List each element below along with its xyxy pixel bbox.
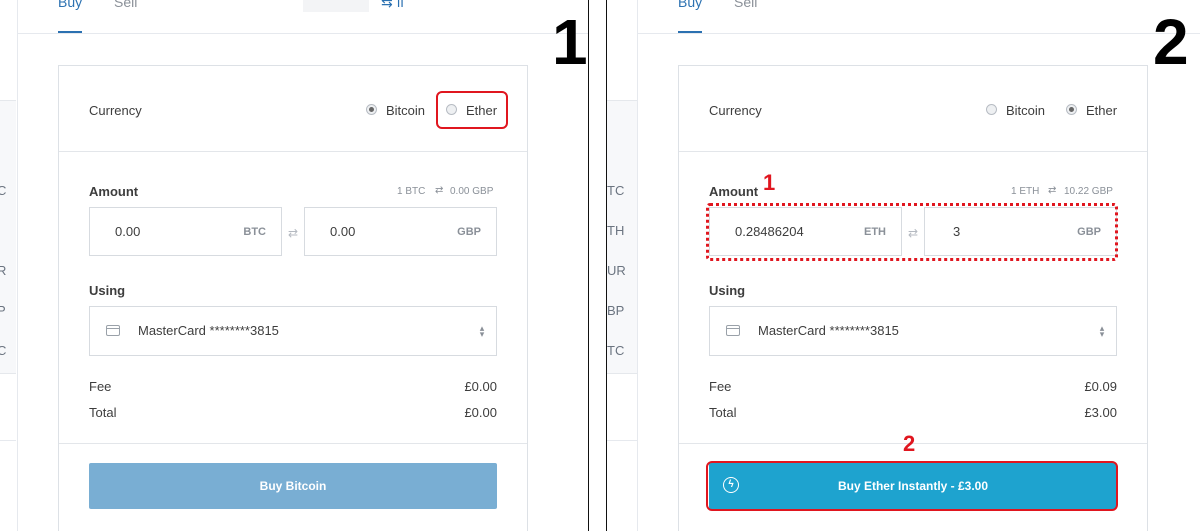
- fee-label: Fee: [89, 379, 112, 394]
- select-caret-icon: ▴ ▾: [479, 323, 485, 339]
- sidebar-strip: [0, 100, 16, 374]
- amount-label: Amount: [89, 184, 139, 199]
- divider: [17, 33, 589, 34]
- step-2-panel: TC TH UR BP TC Buy Sell 2 Currency Bitco…: [607, 0, 1200, 531]
- sidebar-fragment: C: [0, 183, 7, 198]
- payment-method-select[interactable]: MasterCard ********3815 ▴ ▾: [89, 306, 497, 356]
- swap-icon: ⇄: [435, 185, 444, 196]
- sidebar-fragment: UR: [607, 263, 626, 278]
- swap-icon[interactable]: ⇄: [288, 226, 298, 240]
- tab-buy[interactable]: Buy: [678, 0, 702, 10]
- buy-bitcoin-button[interactable]: Buy Bitcoin: [89, 463, 497, 509]
- buy-form-card: Currency Bitcoin Ether Amount 1 BTC ⇄ 0.…: [58, 65, 528, 531]
- divider: [637, 33, 1200, 34]
- toolbar-box[interactable]: [303, 0, 369, 12]
- sidebar-fragment: R: [0, 263, 7, 278]
- using-label: Using: [709, 283, 746, 298]
- divider: [679, 151, 1147, 152]
- annotation-number: 1: [763, 170, 776, 195]
- rate-right: 10.22 GBP: [1064, 186, 1113, 197]
- crypto-amount-value[interactable]: 0.00: [115, 224, 140, 239]
- sidebar-fragment: TC: [607, 343, 625, 358]
- fiat-amount-input[interactable]: 0.00 GBP: [304, 207, 497, 256]
- radio-bitcoin-label[interactable]: Bitcoin: [1006, 103, 1045, 118]
- total-label: Total: [89, 405, 117, 420]
- crypto-amount-input[interactable]: 0.00 BTC: [89, 207, 282, 256]
- currency-label: Currency: [709, 103, 762, 118]
- tab-sell[interactable]: Sell: [734, 0, 757, 10]
- sidebar-fragment: TC: [607, 183, 625, 198]
- currency-label: Currency: [89, 103, 142, 118]
- transfer-icon[interactable]: ⇆ ıl: [381, 0, 404, 11]
- divider: [59, 443, 527, 444]
- step-1-panel: C l R P C Buy Sell ⇆ ıl 1 Currency Bitco…: [0, 0, 589, 531]
- divider: [607, 440, 637, 441]
- total-label: Total: [709, 405, 737, 420]
- divider: [637, 0, 638, 531]
- total-value: £3.00: [1084, 405, 1117, 420]
- highlight-buy-button: [706, 461, 1118, 511]
- tab-underline: [678, 31, 702, 33]
- radio-bitcoin[interactable]: [366, 104, 377, 115]
- step-number: 2: [1153, 6, 1189, 78]
- select-caret-icon: ▴ ▾: [1099, 323, 1105, 339]
- radio-bitcoin[interactable]: [986, 104, 997, 115]
- sidebar-fragment: BP: [607, 303, 625, 318]
- divider: [59, 151, 527, 152]
- panel-divider: [588, 0, 589, 531]
- fee-label: Fee: [709, 379, 732, 394]
- tab-sell[interactable]: Sell: [114, 0, 137, 10]
- amount-label: Amount: [709, 184, 759, 199]
- fiat-unit: GBP: [457, 226, 481, 238]
- step-number: 1: [552, 6, 588, 78]
- divider: [17, 0, 18, 531]
- radio-ether[interactable]: [1066, 104, 1077, 115]
- payment-method-value[interactable]: MasterCard ********3815: [758, 323, 899, 338]
- radio-bitcoin-label[interactable]: Bitcoin: [386, 103, 425, 118]
- highlight-ether-option: [436, 91, 508, 129]
- sidebar-fragment: P: [0, 303, 6, 318]
- using-label: Using: [89, 283, 126, 298]
- crypto-unit: BTC: [243, 226, 266, 238]
- divider: [0, 440, 16, 441]
- swap-icon: ⇄: [1048, 185, 1057, 196]
- fiat-amount-value[interactable]: 0.00: [330, 224, 355, 239]
- total-value: £0.00: [464, 405, 497, 420]
- tab-buy[interactable]: Buy: [58, 0, 82, 10]
- fee-value: £0.09: [1084, 379, 1117, 394]
- rate-right: 0.00 GBP: [450, 186, 494, 197]
- payment-method-select[interactable]: MasterCard ********3815 ▴ ▾: [709, 306, 1117, 356]
- sidebar-fragment: TH: [607, 223, 625, 238]
- radio-ether-label[interactable]: Ether: [1086, 103, 1117, 118]
- annotation-number: 2: [903, 431, 916, 456]
- credit-card-icon: [726, 325, 740, 336]
- sidebar-fragment: C: [0, 343, 7, 358]
- highlight-amount-inputs: [706, 203, 1118, 261]
- buy-button-label[interactable]: Buy Bitcoin: [260, 479, 327, 493]
- tab-underline: [58, 31, 82, 33]
- rate-left: 1 BTC: [397, 186, 426, 197]
- fee-value: £0.00: [464, 379, 497, 394]
- rate-left: 1 ETH: [1011, 186, 1040, 197]
- payment-method-value[interactable]: MasterCard ********3815: [138, 323, 279, 338]
- credit-card-icon: [106, 325, 120, 336]
